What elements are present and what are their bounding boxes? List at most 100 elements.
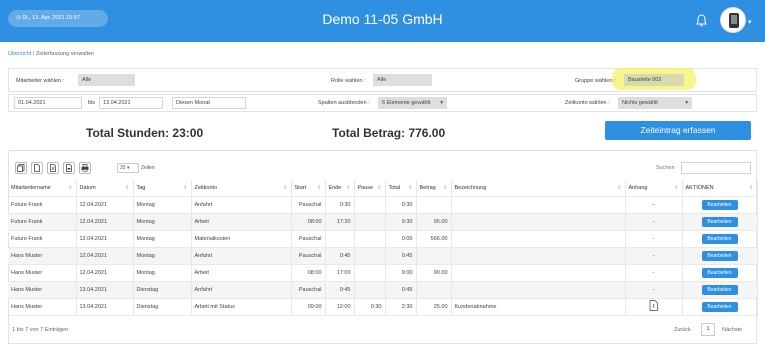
- edit-button[interactable]: Bearbeiten: [701, 301, 738, 312]
- column-header[interactable]: Zeitkonto ⇕: [191, 180, 292, 197]
- file-attachment-icon[interactable]: [649, 300, 658, 311]
- edit-button[interactable]: Bearbeiten: [701, 216, 738, 227]
- column-header-label: Anhang: [628, 184, 648, 191]
- date-from-input[interactable]: 01.04.2021: [14, 97, 82, 109]
- time-account-select[interactable]: Nichts gewählt ▾: [618, 97, 692, 109]
- user-avatar-icon[interactable]: [720, 7, 746, 33]
- table-header-row: Mitarbeitername ⇕ Datum ⇕ Tag ⇕ Zeitkonto ⇕ Star…: [8, 180, 758, 197]
- time-entries-table: Mitarbeitername ⇕ Datum ⇕ Tag ⇕ Zeitkonto ⇕ Star…: [8, 180, 758, 316]
- table-cell: 12.04.2021: [76, 230, 134, 248]
- sort-icon[interactable]: ⇕: [617, 185, 621, 191]
- table-cell: Montag: [133, 213, 192, 231]
- hide-columns-value: 6 Elemente gewählt: [382, 100, 431, 106]
- copy-icon[interactable]: [15, 162, 27, 174]
- column-header[interactable]: Ende ⇕: [325, 180, 355, 197]
- column-header[interactable]: Pause ⇕: [354, 180, 386, 197]
- table-cell: 90.00: [416, 264, 452, 282]
- column-header[interactable]: Betrag ⇕: [416, 180, 452, 197]
- table-cell: 2:30: [385, 298, 417, 316]
- time-account-value: Nichts gewählt: [622, 100, 658, 106]
- table-cell: 95.00: [416, 213, 452, 231]
- hide-columns-select[interactable]: 6 Elemente gewählt ▾: [378, 97, 447, 109]
- column-header[interactable]: Total ⇕: [385, 180, 417, 197]
- table-cell: Pauschal: [291, 230, 326, 248]
- breadcrumb-home-link[interactable]: Übersicht: [8, 51, 31, 57]
- sort-icon[interactable]: ⇕: [443, 185, 447, 191]
- column-header-label: Total: [388, 184, 401, 191]
- table-cell: 12:00: [325, 298, 355, 316]
- table-cell: [451, 247, 626, 265]
- edit-button[interactable]: Bearbeiten: [701, 284, 738, 295]
- sort-icon[interactable]: ⇕: [408, 185, 412, 191]
- role-select[interactable]: Alle: [373, 74, 432, 86]
- sort-icon[interactable]: ⇕: [125, 185, 129, 191]
- table-cell: Future Frank: [8, 213, 77, 231]
- column-header[interactable]: Tag ⇕: [133, 180, 192, 197]
- role-filter-label: Rolle wählen :: [331, 78, 366, 84]
- sort-icon[interactable]: ⇕: [68, 185, 72, 191]
- table-cell: 25.00: [416, 298, 452, 316]
- edit-button[interactable]: Bearbeiten: [701, 233, 738, 244]
- table-cell: [451, 281, 626, 299]
- sort-icon[interactable]: ⇕: [377, 185, 381, 191]
- edit-button[interactable]: Bearbeiten: [701, 199, 738, 210]
- sort-icon[interactable]: ⇕: [346, 185, 350, 191]
- bell-icon[interactable]: [696, 14, 707, 27]
- column-header-label: Start: [294, 184, 307, 191]
- table-cell: Hans Muster: [8, 247, 77, 265]
- date-to-input[interactable]: 13.04.2021: [99, 97, 163, 109]
- table-cell: -: [625, 230, 683, 248]
- sort-icon[interactable]: ⇕: [283, 185, 287, 191]
- column-header-label: Betrag: [419, 184, 436, 191]
- search-input[interactable]: [681, 162, 751, 174]
- page-size-select[interactable]: 25 ▾: [117, 163, 139, 173]
- table-cell: 0:00: [385, 230, 417, 248]
- table-cell: 9:00: [385, 264, 417, 282]
- table-cell: [416, 196, 452, 214]
- employee-select[interactable]: Alle: [78, 74, 135, 86]
- pager-page-1[interactable]: 1: [701, 323, 715, 336]
- column-header[interactable]: Anhang ⇕: [625, 180, 683, 197]
- table-row: Future Frank 12.04.2021 Montag Anfahrt Pausc…: [8, 196, 758, 214]
- avatar-chevron-down-icon[interactable]: ▾: [748, 18, 752, 26]
- edit-button[interactable]: Bearbeiten: [701, 267, 738, 278]
- sort-icon[interactable]: ⇕: [183, 185, 187, 191]
- table-cell: 08:00: [291, 264, 326, 282]
- csv-icon[interactable]: [31, 162, 43, 174]
- pager-next-button[interactable]: Nächste: [722, 327, 742, 333]
- add-time-entry-button[interactable]: Zeiteintrag erfassen: [605, 121, 751, 140]
- column-header-label: Mitarbeitername: [11, 184, 51, 191]
- table-row: Future Frank 12.04.2021 Montag Arbeit 08:00 1…: [8, 213, 758, 231]
- table-cell: [451, 213, 626, 231]
- column-header[interactable]: Start ⇕: [291, 180, 326, 197]
- column-header[interactable]: Mitarbeitername ⇕: [8, 180, 77, 197]
- pdf-icon[interactable]: [63, 162, 75, 174]
- table-cell: 17:30: [325, 213, 355, 231]
- table-cell-actions: Bearbeiten: [682, 230, 758, 248]
- column-header[interactable]: AKTIONEN ⇕: [682, 180, 758, 197]
- table-row: Hans Muster 12.04.2021 Montag Arbeit 08:00 17…: [8, 264, 758, 282]
- table-cell-actions: Bearbeiten: [682, 264, 758, 282]
- edit-button[interactable]: Bearbeiten: [701, 250, 738, 261]
- table-cell: -: [625, 213, 683, 231]
- print-icon[interactable]: [79, 162, 91, 174]
- column-header[interactable]: Datum ⇕: [76, 180, 134, 197]
- column-header[interactable]: Bezeichnung ⇕: [451, 180, 626, 197]
- table-cell: 17:00: [325, 264, 355, 282]
- table-cell: 566.00: [416, 230, 452, 248]
- pager-prev-button[interactable]: Zurück: [674, 327, 691, 333]
- group-select[interactable]: Baustelle 002: [624, 74, 684, 86]
- table-cell: [416, 281, 452, 299]
- period-select[interactable]: Diesen Monat: [172, 97, 246, 109]
- table-cell-actions: Bearbeiten: [682, 281, 758, 299]
- chevron-down-icon: ▾: [440, 100, 443, 106]
- table-cell: –: [625, 196, 683, 214]
- table-cell: Montag: [133, 264, 192, 282]
- table-cell: -: [625, 281, 683, 299]
- column-header-label: Datum: [79, 184, 96, 191]
- column-header-label: Zeitkonto: [194, 184, 218, 191]
- sort-icon[interactable]: ⇕: [749, 185, 753, 191]
- sort-icon[interactable]: ⇕: [317, 185, 321, 191]
- excel-icon[interactable]: [47, 162, 59, 174]
- sort-icon[interactable]: ⇕: [674, 185, 678, 191]
